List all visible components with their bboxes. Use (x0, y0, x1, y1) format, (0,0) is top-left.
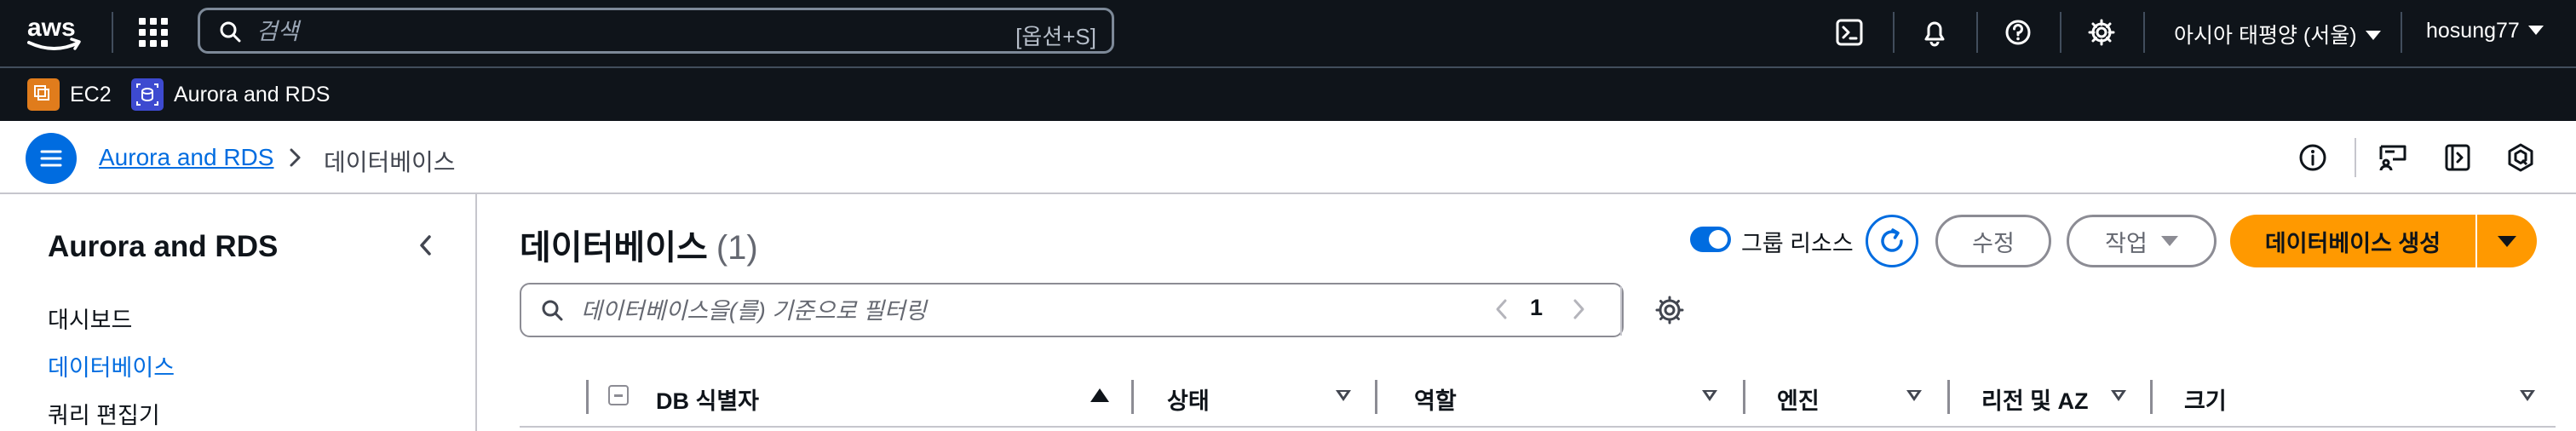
caret-down-icon (2365, 30, 2381, 40)
divider (1620, 286, 1622, 336)
favorite-label: Aurora and RDS (174, 82, 331, 106)
create-database-dropdown[interactable] (2477, 215, 2537, 267)
rds-icon (131, 78, 164, 111)
divider (2355, 138, 2356, 177)
column-divider[interactable] (1947, 380, 1950, 414)
search-input[interactable] (255, 10, 940, 53)
column-divider[interactable] (2150, 380, 2153, 414)
actions-label: 작업 (2105, 230, 2148, 256)
services-menu-icon[interactable] (136, 15, 170, 49)
divider (2401, 12, 2402, 53)
refresh-icon (1881, 228, 1903, 252)
breadcrumb-link[interactable]: Aurora and RDS (99, 144, 273, 171)
column-divider[interactable] (1131, 380, 1134, 414)
column-header-region-az[interactable]: 리전 및 AZ (1981, 382, 2089, 416)
sort-icon[interactable] (1702, 390, 1717, 401)
column-divider (586, 380, 589, 414)
page-title: 데이터베이스 (1) (520, 220, 758, 269)
username: hosung77 (2426, 19, 2520, 43)
cloudshell-icon[interactable] (1831, 14, 1867, 50)
table-header: DB 식별자 상태 역할 엔진 리전 및 AZ 크기 (520, 368, 2556, 428)
favorite-label: EC2 (70, 82, 112, 106)
account-menu[interactable]: hosung77 (2426, 19, 2544, 43)
chevron-right-icon[interactable] (1564, 295, 1593, 324)
select-all-checkbox[interactable] (608, 385, 629, 405)
divider (2060, 12, 2061, 53)
column-header-db-identifier[interactable]: DB 식별자 (656, 382, 759, 416)
group-resources-label: 그룹 리소스 (1741, 231, 1854, 256)
chevron-left-icon[interactable] (1487, 295, 1516, 324)
side-nav-title: Aurora and RDS (48, 230, 279, 263)
search-shortcut: [옵션+S] (1015, 24, 1096, 49)
favorite-aurora-rds[interactable]: Aurora and RDS (131, 78, 330, 111)
gear-icon[interactable] (2084, 14, 2119, 50)
sort-icon[interactable] (1336, 390, 1351, 401)
caret-down-icon (2527, 25, 2544, 35)
column-header-size[interactable]: 크기 (2184, 382, 2227, 416)
side-panel-icon[interactable] (2438, 138, 2477, 177)
chevron-right-icon (286, 145, 305, 170)
page-number[interactable]: 1 (1530, 295, 1543, 321)
caret-down-icon (2160, 236, 2178, 246)
column-header-engine[interactable]: 엔진 (1777, 382, 1820, 416)
favorite-ec2[interactable]: EC2 (27, 78, 112, 111)
global-search: [옵션+S] (198, 8, 1114, 54)
group-resources-toggle[interactable] (1690, 227, 1731, 252)
sort-icon[interactable] (2520, 390, 2535, 401)
column-header-role[interactable]: 역할 (1414, 382, 1457, 416)
main-content: 데이터베이스(1) 그룹 리소스 수정 작업 데이터베이스 생성 1 DB 식별… (477, 194, 2576, 431)
feedback-icon[interactable] (2373, 138, 2412, 177)
divider (2143, 12, 2145, 53)
divider (1893, 12, 1895, 53)
divider (1976, 12, 1978, 53)
region-label: 아시아 태평양 (서울) (2174, 24, 2357, 48)
table-preferences-gear-icon[interactable] (1653, 293, 1687, 327)
breadcrumb-current: 데이터베이스 (324, 149, 456, 175)
search-icon (219, 20, 241, 43)
sidebar-item-dashboard[interactable]: 대시보드 (48, 302, 132, 335)
sort-ascending-icon[interactable] (1090, 388, 1109, 402)
column-header-status[interactable]: 상태 (1167, 382, 1210, 416)
chevron-left-icon[interactable] (409, 228, 443, 262)
sidebar-item-query-editor[interactable]: 쿼리 편집기 (48, 397, 160, 430)
region-selector[interactable]: 아시아 태평양 (서울) (2174, 19, 2381, 49)
side-navigation: Aurora and RDS 대시보드 데이터베이스 쿼리 편집기 (0, 194, 477, 431)
sort-icon[interactable] (1906, 390, 1922, 401)
sort-icon[interactable] (2111, 390, 2126, 401)
modify-button[interactable]: 수정 (1935, 215, 2051, 267)
hamburger-menu-icon[interactable] (26, 133, 77, 184)
column-divider[interactable] (1375, 380, 1377, 414)
help-icon[interactable] (2000, 14, 2036, 50)
modify-label: 수정 (1972, 230, 2015, 256)
ec2-icon (27, 78, 60, 111)
create-database-label: 데이터베이스 생성 (2264, 230, 2441, 256)
amazon-q-icon[interactable] (2501, 138, 2540, 177)
refresh-button[interactable] (1866, 215, 1918, 267)
svg-text:aws: aws (27, 14, 76, 42)
column-divider[interactable] (1743, 380, 1745, 414)
info-icon[interactable] (2293, 138, 2332, 177)
resource-count: (1) (716, 229, 758, 267)
top-navigation: aws [옵션+S] 아시아 태평양 (서울) hosung77 (0, 0, 2576, 66)
sidebar-item-databases[interactable]: 데이터베이스 (48, 349, 175, 382)
search-icon (540, 298, 564, 322)
create-database-button[interactable]: 데이터베이스 생성 (2230, 215, 2475, 267)
filter-box (520, 283, 1624, 337)
caret-down-icon (2498, 235, 2516, 247)
actions-button[interactable]: 작업 (2067, 215, 2217, 267)
title-text: 데이터베이스 (520, 229, 708, 267)
breadcrumb-bar: Aurora and RDS 데이터베이스 (0, 121, 2576, 194)
aws-logo[interactable]: aws (26, 10, 83, 56)
bell-icon[interactable] (1917, 14, 1952, 50)
filter-input[interactable] (579, 284, 1605, 337)
favorites-bar: EC2 Aurora and RDS (0, 66, 2576, 121)
divider (112, 12, 113, 53)
